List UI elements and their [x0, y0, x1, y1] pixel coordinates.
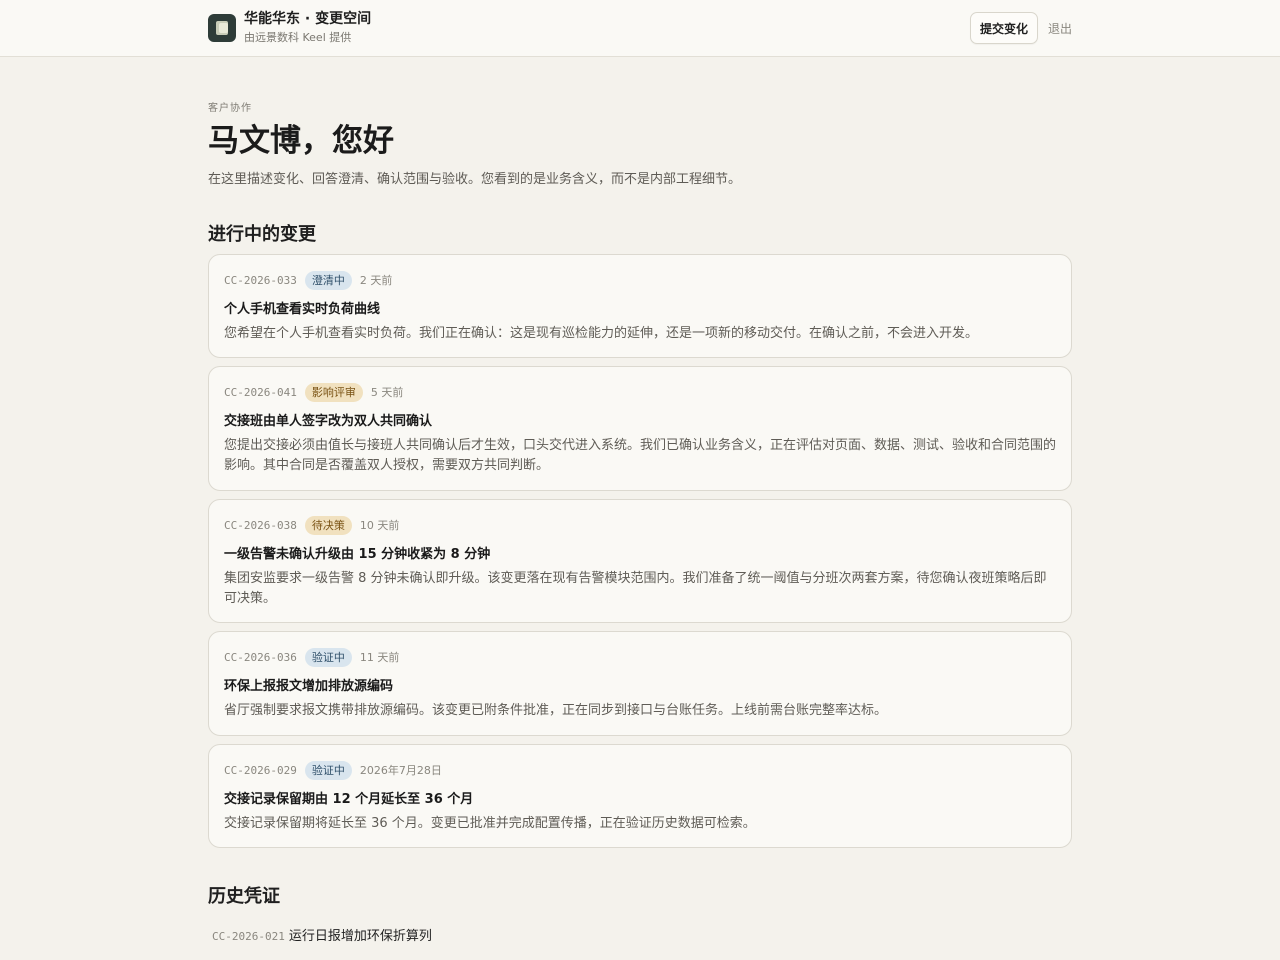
status-badge: 澄清中 [304, 270, 352, 290]
change-card[interactable]: CC-2026-033 澄清中 2 天前 个人手机查看实时负荷曲线 您希望在个人… [208, 254, 1072, 358]
logout-link[interactable]: 退出 [1048, 20, 1072, 37]
status-badge: 影响评审 [304, 382, 363, 402]
history-id: CC-2026-021 [212, 930, 285, 943]
active-changes-heading: 进行中的变更 [208, 224, 316, 245]
app-logo-icon [208, 14, 236, 42]
app-subtitle: 由远景数科 Keel 提供 [244, 31, 352, 44]
brand[interactable]: 华能华东 · 变更空间 由远景数科 Keel 提供 [208, 10, 371, 46]
change-id: CC-2026-033 [224, 273, 297, 287]
change-title: 交接班由单人签字改为双人共同确认 [224, 414, 433, 429]
change-card[interactable]: CC-2026-038 待决策 10 天前 一级告警未确认升级由 15 分钟收紧… [208, 499, 1072, 623]
card-meta: CC-2026-033 澄清中 2 天前 [224, 270, 1056, 290]
change-title: 环保上报报文增加排放源编码 [224, 679, 394, 694]
top-bar: 华能华东 · 变更空间 由远景数科 Keel 提供 提交变化 退出 [0, 0, 1280, 57]
app-title: 华能华东 · 变更空间 [244, 11, 372, 27]
page-title: 马文博，您好 [208, 123, 394, 159]
change-card[interactable]: CC-2026-029 验证中 2026年7月28日 交接记录保留期由 12 个… [208, 744, 1072, 848]
change-id: CC-2026-029 [224, 763, 297, 777]
status-badge: 验证中 [304, 760, 352, 780]
change-description: 集团安监要求一级告警 8 分钟未确认即升级。该变更落在现有告警模块范围内。我们准… [224, 571, 1047, 606]
status-badge: 待决策 [304, 515, 352, 535]
change-time: 2026年7月28日 [359, 764, 442, 777]
change-time: 2 天前 [359, 274, 393, 287]
change-id: CC-2026-038 [224, 518, 297, 532]
card-meta: CC-2026-029 验证中 2026年7月28日 [224, 760, 1056, 780]
section-eyebrow: 客户协作 [208, 103, 252, 114]
change-time: 10 天前 [359, 519, 400, 532]
change-title: 一级告警未确认升级由 15 分钟收紧为 8 分钟 [224, 547, 491, 562]
change-time: 5 天前 [370, 386, 404, 399]
change-card[interactable]: CC-2026-036 验证中 11 天前 环保上报报文增加排放源编码 省厅强制… [208, 631, 1072, 736]
submit-change-button[interactable]: 提交变化 [969, 12, 1038, 44]
change-description: 您提出交接必须由值长与接班人共同确认后才生效，口头交代进入系统。我们已确认业务含… [224, 438, 1057, 473]
change-title: 交接记录保留期由 12 个月延长至 36 个月 [224, 792, 474, 807]
intro-text: 在这里描述变化、回答澄清、确认范围与验收。您看到的是业务含义，而不是内部工程细节… [208, 172, 742, 187]
change-description: 您希望在个人手机查看实时负荷。我们正在确认：这是现有巡检能力的延伸，还是一项新的… [224, 326, 979, 341]
card-meta: CC-2026-041 影响评审 5 天前 [224, 382, 1056, 402]
history-title: 运行日报增加环保折算列 [288, 929, 432, 944]
card-meta: CC-2026-036 验证中 11 天前 [224, 647, 1056, 667]
change-id: CC-2026-036 [224, 650, 297, 664]
status-badge: 验证中 [304, 647, 352, 667]
change-title: 个人手机查看实时负荷曲线 [224, 302, 381, 317]
header-actions: 提交变化 退出 [969, 12, 1072, 44]
history-item[interactable]: CC-2026-021 运行日报增加环保折算列 [212, 925, 432, 944]
top-bar-inner: 华能华东 · 变更空间 由远景数科 Keel 提供 提交变化 退出 [208, 0, 1072, 56]
history-heading: 历史凭证 [208, 886, 280, 907]
change-id: CC-2026-041 [224, 385, 297, 399]
brand-text: 华能华东 · 变更空间 由远景数科 Keel 提供 [244, 10, 371, 46]
change-description: 省厅强制要求报文携带排放源编码。该变更已附条件批准，正在同步到接口与台账任务。上… [224, 703, 888, 718]
change-card[interactable]: CC-2026-041 影响评审 5 天前 交接班由单人签字改为双人共同确认 您… [208, 366, 1072, 491]
card-meta: CC-2026-038 待决策 10 天前 [224, 515, 1056, 535]
change-description: 交接记录保留期将延长至 36 个月。变更已批准并完成配置传播，正在验证历史数据可… [224, 816, 756, 831]
change-time: 11 天前 [359, 651, 400, 664]
